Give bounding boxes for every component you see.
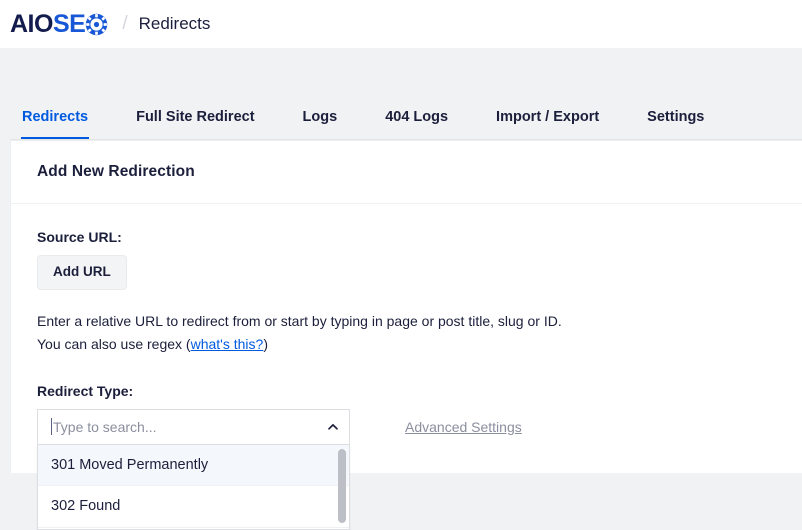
source-url-label: Source URL: bbox=[37, 229, 122, 245]
logo-text-aio: AIO bbox=[10, 9, 53, 38]
page-title: Add New Redirection bbox=[37, 163, 195, 180]
helper-line-1: Enter a relative URL to redirect from or… bbox=[37, 312, 562, 329]
tab-import-export[interactable]: Import / Export bbox=[496, 109, 599, 140]
redirect-type-placeholder: Type to search... bbox=[53, 418, 157, 435]
helper-line-2-suffix: ) bbox=[263, 335, 268, 352]
tab-bar: Redirects Full Site Redirect Logs 404 Lo… bbox=[0, 48, 802, 140]
redirect-type-label: Redirect Type: bbox=[37, 382, 134, 399]
card-header: Add New Redirection bbox=[11, 141, 802, 204]
breadcrumb-current-page: Redirects bbox=[138, 14, 211, 33]
dropdown-option-301[interactable]: 301 Moved Permanently bbox=[38, 444, 349, 487]
add-url-button[interactable]: Add URL bbox=[37, 255, 127, 290]
dropdown-scrollbar-thumb[interactable] bbox=[338, 448, 346, 523]
logo-text-seo: SE bbox=[52, 9, 86, 38]
tab-logs[interactable]: Logs bbox=[303, 109, 338, 140]
tab-settings[interactable]: Settings bbox=[647, 109, 704, 140]
tab-list: Redirects Full Site Redirect Logs 404 Lo… bbox=[0, 48, 802, 140]
helper-line-2-prefix: You can also use regex ( bbox=[37, 335, 191, 352]
tab-redirects[interactable]: Redirects bbox=[20, 109, 90, 140]
card-body: Source URL: Add URL Enter a relative URL… bbox=[11, 204, 802, 530]
aioseo-logo[interactable]: AIO SE bbox=[10, 9, 108, 38]
tab-full-site-redirect[interactable]: Full Site Redirect bbox=[136, 109, 254, 140]
tab-404-logs[interactable]: 404 Logs bbox=[385, 109, 448, 140]
add-new-redirection-card: Add New Redirection Source URL: Add URL … bbox=[10, 140, 802, 530]
breadcrumb-separator: / bbox=[122, 13, 128, 34]
text-caret bbox=[51, 418, 52, 435]
chevron-up-icon[interactable] bbox=[327, 421, 339, 433]
whats-this-link[interactable]: what's this? bbox=[191, 336, 264, 352]
redirect-type-row: Type to search... 301 Moved Permanently … bbox=[37, 408, 802, 530]
gear-icon bbox=[85, 13, 108, 36]
dropdown-option-302[interactable]: 302 Found bbox=[38, 486, 349, 528]
source-url-helper-text: Enter a relative URL to redirect from or… bbox=[37, 310, 802, 356]
redirect-type-search-input[interactable]: Type to search... bbox=[37, 408, 350, 445]
redirect-type-select: Type to search... 301 Moved Permanently … bbox=[37, 408, 350, 530]
app-header: AIO SE / Redirects bbox=[0, 0, 802, 48]
redirect-type-dropdown: 301 Moved Permanently 302 Found bbox=[37, 444, 350, 530]
dropdown-scrollbar[interactable] bbox=[338, 448, 346, 527]
advanced-settings-link[interactable]: Advanced Settings bbox=[405, 419, 522, 435]
